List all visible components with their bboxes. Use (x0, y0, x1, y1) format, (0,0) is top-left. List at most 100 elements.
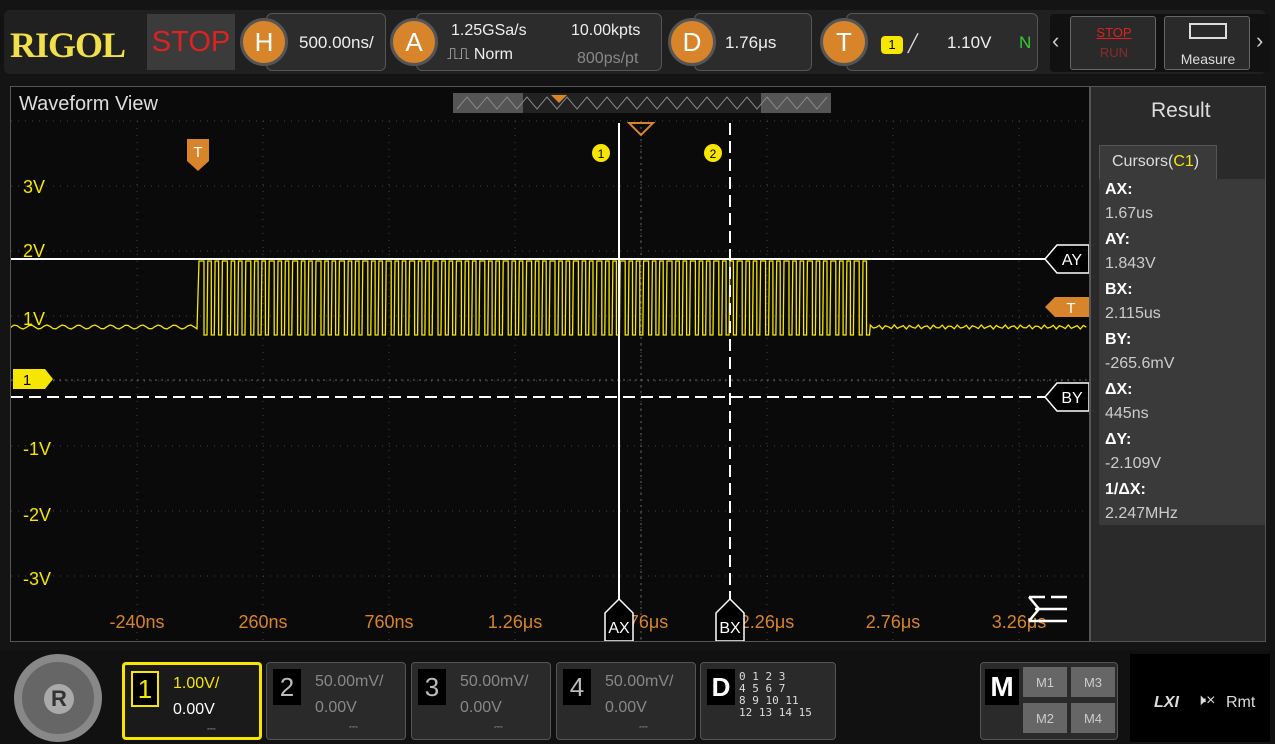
sample-rate: 1.25GSa/s (451, 22, 527, 39)
ch1-waveform-trace (11, 260, 1087, 336)
chevron-right-icon[interactable]: › (1256, 28, 1263, 54)
math-m4[interactable]: M4 (1071, 703, 1115, 733)
cursor-readout: AX: 1.67us AY: 1.843V BX: 2.115us BY: -265.6mV Δ… (1099, 179, 1265, 525)
lxi-logo: LXI (1154, 694, 1179, 711)
math-label: M (985, 669, 1019, 705)
ruler-icon (1189, 23, 1227, 39)
cursor-value: 2.115us (1105, 305, 1161, 322)
dc-coupling-icon: ⎓ (349, 721, 358, 733)
channel-offset: 0.00V (173, 701, 215, 718)
cursor-value: 1.843V (1105, 255, 1156, 272)
cursor-ax-tag[interactable]: AX (604, 597, 634, 641)
math-panel[interactable]: M M1 M3 M2 M4 (980, 662, 1118, 740)
rigol-logo: RIGOL (10, 25, 126, 65)
channel-scale: 50.00mV/ (460, 673, 529, 690)
graticule (11, 120, 1089, 641)
cursor-label: BX: (1105, 281, 1133, 298)
digital-channels-panel[interactable]: D 0 1 2 3 4 5 6 7 8 9 10 11 12 13 14 15 (700, 662, 836, 740)
memory-depth: 10.00kpts (571, 22, 641, 39)
cursor-by-tag[interactable]: BY (1044, 382, 1089, 412)
math-m2[interactable]: M2 (1023, 703, 1067, 733)
digital-label: D (707, 669, 735, 705)
bottom-toolbar: R 1 1.00V/ 0.00V ⎓ 2 50.00mV/ 0.00V ⎓ 3 … (0, 650, 1275, 744)
acquire-key-icon[interactable]: A (390, 18, 438, 66)
ch1-offset-marker[interactable]: 1 (13, 369, 53, 389)
result-panel[interactable]: Result Cursors(C1) AX: 1.67us AY: 1.843V BX:… (1090, 86, 1266, 642)
time-resolution: 800ps/pt (577, 50, 639, 67)
trigger-level-marker[interactable]: T (1045, 297, 1089, 317)
time-tick-label: -240ns (109, 612, 164, 632)
trigger-source: 1 ╱ (881, 34, 918, 54)
channel-number: 2 (273, 669, 301, 705)
cursor-bx-tag[interactable]: BX (715, 597, 745, 641)
trigger-sweep: N (1019, 33, 1032, 52)
svg-text:1: 1 (598, 147, 605, 161)
acquire-mode: ⎍⎍ Norm (447, 46, 513, 63)
trigger-panel[interactable]: 1 ╱ 1.10V N (846, 13, 1038, 71)
time-tick-label: 2.26μs (740, 612, 794, 632)
chevron-left-icon[interactable]: ‹ (1052, 28, 1059, 54)
cursor-label: BY: (1105, 331, 1132, 348)
sound-muted-icon[interactable]: 🕨× (1196, 692, 1215, 710)
acquire-panel[interactable]: 1.25GSa/s ⎍⎍ Norm 10.00kpts 800ps/pt (416, 13, 662, 71)
voltage-tick-label: 2V (23, 241, 45, 261)
dc-coupling-icon: ⎓ (494, 721, 503, 733)
cursor-value: 2.247MHz (1105, 505, 1178, 522)
memory-overview[interactable] (453, 93, 831, 113)
run-state-indicator[interactable]: STOP (147, 14, 235, 70)
channel-scale: 50.00mV/ (315, 673, 384, 690)
tab-cursors[interactable]: Cursors(C1) (1099, 145, 1217, 179)
scope-screen: RIGOL STOP 500.00ns/ H 1.25GSa/s ⎍⎍ Norm… (0, 0, 1275, 744)
channel-3-panel[interactable]: 3 50.00mV/ 0.00V ⎓ (411, 662, 551, 740)
voltage-tick-label: -2V (23, 505, 51, 525)
trigger-key-icon[interactable]: T (820, 18, 868, 66)
top-toolbar: RIGOL STOP 500.00ns/ H 1.25GSa/s ⎍⎍ Norm… (4, 10, 1270, 74)
channel-4-panel[interactable]: 4 50.00mV/ 0.00V ⎓ (556, 662, 696, 740)
waveform-view[interactable]: Waveform View T 1 2 1 T AY BY -240ns 260… (10, 86, 1090, 642)
svg-text:T: T (193, 144, 202, 161)
cursor-label: ΔX: (1105, 381, 1133, 398)
cursor-value: 1.67us (1105, 205, 1154, 222)
cursor-ay-tag[interactable]: AY (1044, 244, 1089, 274)
channel-number: 3 (418, 669, 446, 705)
cursor-label: 1/ΔX: (1105, 481, 1146, 498)
channel-scale: 50.00mV/ (605, 673, 674, 690)
time-tick-label: 760ns (364, 612, 413, 632)
horizontal-key-icon[interactable]: H (240, 18, 288, 66)
time-tick-label: 260ns (238, 612, 287, 632)
time-tick-label: 2.76μs (866, 612, 920, 632)
status-area: LXI 🕨× Rmt (1130, 654, 1270, 742)
stop-run-button[interactable]: STOP RUN (1070, 16, 1156, 70)
svg-text:T: T (1066, 300, 1075, 317)
cursor-value: -2.109V (1105, 455, 1162, 472)
waveform-canvas[interactable]: T 1 2 1 T AY BY -240ns 260ns 760ns 1.26μ… (11, 87, 1089, 641)
result-title: Result (1151, 99, 1211, 122)
channel-offset: 0.00V (460, 699, 502, 716)
svg-text:1: 1 (23, 372, 31, 389)
delay-key-icon[interactable]: D (668, 18, 716, 66)
measure-button[interactable]: Measure (1164, 16, 1250, 70)
math-m3[interactable]: M3 (1071, 667, 1115, 697)
dc-coupling-icon: ⎓ (207, 723, 216, 735)
svg-text:BX: BX (719, 620, 741, 637)
channel-offset: 0.00V (315, 699, 357, 716)
time-tick-label: 1.26μs (488, 612, 542, 632)
svg-text:AX: AX (608, 620, 630, 637)
channel-2-panel[interactable]: 2 50.00mV/ 0.00V ⎓ (266, 662, 406, 740)
trigger-position-marker[interactable]: T (187, 139, 209, 171)
channel-offset: 0.00V (605, 699, 647, 716)
digital-channel-grid: 0 1 2 3 4 5 6 7 8 9 10 11 12 13 14 15 (739, 670, 812, 719)
trigger-level: 1.10V (947, 33, 992, 52)
math-m1[interactable]: M1 (1023, 667, 1067, 697)
channel-1-panel[interactable]: 1 1.00V/ 0.00V ⎓ (122, 662, 262, 740)
voltage-tick-label: 1V (23, 309, 45, 329)
voltage-tick-label: -1V (23, 439, 51, 459)
rigol-gear-icon[interactable]: R (14, 654, 102, 742)
channel-scale: 1.00V/ (173, 675, 220, 692)
dc-coupling-icon: ⎓ (639, 721, 648, 733)
remote-status: Rmt (1226, 694, 1256, 711)
cursor-value: 445ns (1105, 405, 1149, 422)
quick-buttons: ‹ STOP RUN Measure › (1050, 14, 1270, 72)
cursor-label: AY: (1105, 231, 1130, 248)
svg-text:2: 2 (710, 147, 717, 161)
